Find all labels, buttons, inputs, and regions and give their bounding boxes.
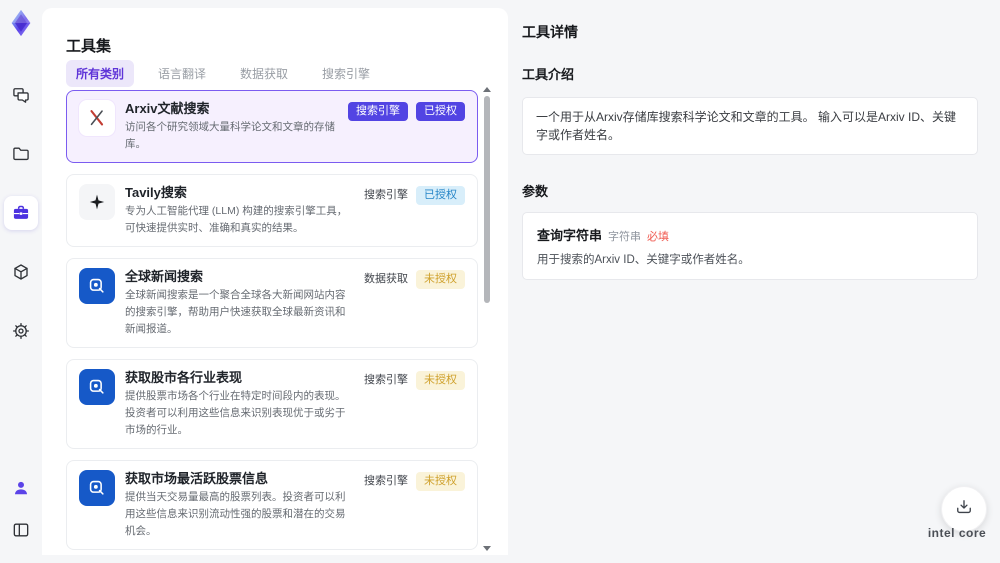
app-logo gem-logo-icon (6, 8, 36, 38)
tool-description: 提供当天交易量最高的股票列表。投资者可以利用这些信息来识别流动性强的股票和潜在的… (125, 491, 346, 537)
tool-auth-badge: 未授权 (416, 270, 465, 290)
sidebar-item package-icon[interactable] (4, 255, 38, 289)
tool-category-tag: 搜索引擎 (364, 475, 408, 487)
tools-list-scrollbar[interactable] (484, 96, 490, 303)
param-type: 字符串 (608, 231, 642, 243)
tool-icon arxiv-icon (79, 100, 115, 136)
brand-text: intel core (927, 526, 987, 540)
category-tab[interactable]: 数据获取 (230, 60, 298, 87)
tool-intro-heading: 工具介绍 (522, 67, 575, 82)
tool-tags: 搜索引擎 已授权 (348, 100, 465, 153)
tool-details-title: 工具详情 (522, 24, 578, 40)
tool-description: 专为人工智能代理 (LLM) 构建的搜索引擎工具，可快速提供实时、准确和真实的结… (125, 205, 348, 234)
tools-panel: 工具集 所有类别 语言翻译 数据获取 搜索引擎 Arxiv文献搜索 访问各个研究领域大… (42, 8, 508, 555)
tool-name: 获取股市各行业表现 (125, 370, 243, 385)
tool-name: Tavily搜索 (125, 185, 187, 200)
param-item: 查询字符串 字符串 必填 用于搜索的Arxiv ID、关键字或作者姓名。 (522, 212, 978, 280)
category-tab[interactable]: 语言翻译 (148, 60, 216, 87)
category-tab[interactable]: 所有类别 (66, 60, 135, 87)
param-required-badge: 必填 (647, 231, 670, 243)
tool-category-tag: 搜索引擎 (348, 102, 408, 122)
tool-description: 访问各个研究领域大量科学论文和文章的存储库。 (125, 121, 335, 150)
category-tabs: 所有类别 语言翻译 数据获取 搜索引擎 (66, 60, 380, 87)
tool-tags: 数据获取 未授权 (364, 268, 465, 338)
tool-intro-text: 一个用于从Arxiv存储库搜索科学论文和文章的工具。 输入可以是Arxiv ID… (522, 97, 978, 155)
user-avatar-button user-icon[interactable] (4, 471, 38, 505)
tool-tags: 搜索引擎 已授权 (364, 184, 465, 237)
sidebar-item toolbox-icon[interactable] (4, 196, 38, 230)
tool-card[interactable]: Arxiv文献搜索 访问各个研究领域大量科学论文和文章的存储库。 搜索引擎 已授… (66, 90, 478, 163)
sidebar-item folder-icon[interactable] (4, 137, 38, 171)
tool-auth-badge: 未授权 (416, 371, 465, 391)
tool-category-tag: 数据获取 (364, 273, 408, 285)
collapse-sidebar-button panel-toggle-icon[interactable] (4, 513, 38, 547)
tool-tags: 搜索引擎 未授权 (364, 369, 465, 439)
tool-icon blue-app-icon (79, 369, 115, 405)
tool-name: 获取市场最活跃股票信息 (125, 471, 269, 486)
nav-rail (0, 0, 42, 563)
tool-details-panel: 工具详情 工具介绍 一个用于从Arxiv存储库搜索科学论文和文章的工具。 输入可… (508, 8, 1000, 555)
tool-category-tag: 搜索引擎 (364, 374, 408, 386)
scroll-down-arrow-icon[interactable] (483, 546, 491, 551)
tool-card[interactable]: 获取股市各行业表现 提供股票市场各个行业在特定时间段内的表现。投资者可以利用这些… (66, 359, 478, 449)
tool-auth-badge: 已授权 (416, 102, 465, 122)
tool-card[interactable]: 全球新闻搜索 全球新闻搜索是一个聚合全球各大新闻网站内容的搜索引擎，帮助用户快速… (66, 258, 478, 348)
tool-icon blue-app-icon (79, 470, 115, 506)
intel-core-logo: intel core (922, 526, 992, 540)
params-heading: 参数 (522, 184, 549, 199)
tool-name: 全球新闻搜索 (125, 269, 204, 284)
tool-icon blue-app-icon (79, 268, 115, 304)
sidebar-item chat-icon[interactable] (4, 78, 38, 112)
tool-description: 提供股票市场各个行业在特定时间段内的表现。投资者可以利用这些信息来识别表现优于或… (125, 390, 346, 436)
param-name: 查询字符串 (537, 228, 603, 243)
tool-auth-badge: 已授权 (416, 186, 465, 206)
param-description: 用于搜索的Arxiv ID、关键字或作者姓名。 (537, 254, 750, 266)
category-tab[interactable]: 搜索引擎 (312, 60, 380, 87)
sidebar-item settings-icon[interactable] (4, 314, 38, 348)
tools-panel-title: 工具集 (66, 38, 112, 56)
scroll-up-arrow-icon[interactable] (483, 87, 491, 92)
tool-card[interactable]: Tavily搜索 专为人工智能代理 (LLM) 构建的搜索引擎工具，可快速提供实… (66, 174, 478, 247)
download-icon (954, 497, 974, 522)
tool-auth-badge: 未授权 (416, 472, 465, 492)
tool-card[interactable]: 获取市场最活跃股票信息 提供当天交易量最高的股票列表。投资者可以利用这些信息来识… (66, 460, 478, 550)
tool-tags: 搜索引擎 未授权 (364, 470, 465, 540)
tool-name: Arxiv文献搜索 (125, 101, 210, 116)
tool-description: 全球新闻搜索是一个聚合全球各大新闻网站内容的搜索引擎，帮助用户快速获取全球最新资… (125, 289, 346, 335)
tool-category-tag: 搜索引擎 (364, 189, 408, 201)
tool-icon sparkle-icon (79, 184, 115, 220)
tool-card-list: Arxiv文献搜索 访问各个研究领域大量科学论文和文章的存储库。 搜索引擎 已授… (66, 90, 478, 555)
